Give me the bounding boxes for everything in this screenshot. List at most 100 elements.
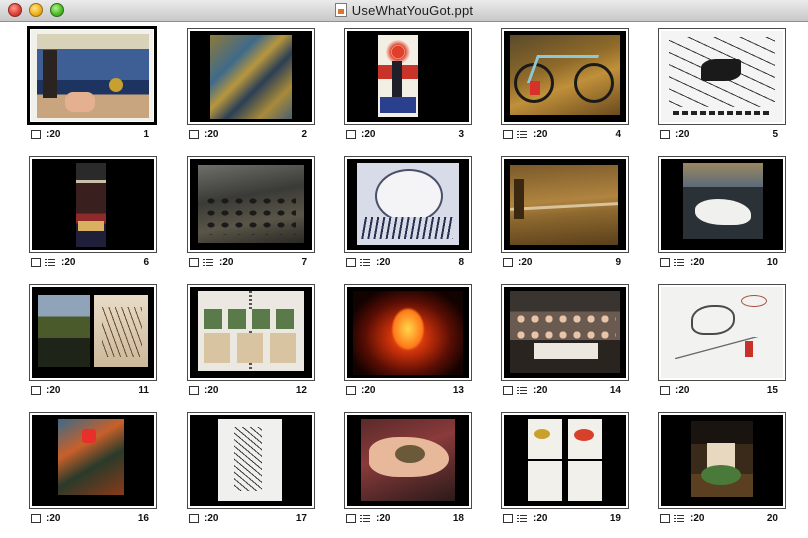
slide-timing: :20 (61, 257, 76, 268)
slide-thumbnail[interactable] (658, 156, 786, 253)
build-icon[interactable] (674, 258, 684, 267)
slide-cell[interactable]: :20 13 (344, 284, 472, 402)
build-icon[interactable] (360, 258, 370, 267)
slide-canvas (661, 287, 783, 378)
transition-icon[interactable] (189, 130, 199, 139)
slide-thumbnail[interactable] (658, 284, 786, 381)
slide-thumbnail[interactable] (29, 284, 157, 381)
slide-photo-lamp (82, 429, 96, 443)
slide-cell[interactable]: :20 8 (344, 156, 472, 274)
slide-thumbnail[interactable] (187, 284, 315, 381)
transition-icon[interactable] (346, 130, 356, 139)
transition-icon[interactable] (31, 514, 41, 523)
slide-timing: :20 (518, 257, 533, 268)
slide-thumbnail[interactable] (187, 156, 315, 253)
transition-icon[interactable] (346, 514, 356, 523)
slide-cell[interactable]: :20 6 (29, 156, 157, 274)
slide-meta: :20 19 (501, 513, 625, 527)
transition-icon[interactable] (31, 258, 41, 267)
slide-photo-figure (43, 50, 57, 98)
slide-cell[interactable]: :20 11 (29, 284, 157, 402)
slide-thumbnail[interactable] (501, 284, 629, 381)
slide-cell[interactable]: :20 7 (187, 156, 315, 274)
transition-icon[interactable] (660, 514, 670, 523)
slide-meta: :20 16 (29, 513, 153, 527)
slide-cell[interactable]: :20 2 (187, 28, 315, 146)
slide-cell[interactable]: :20 18 (344, 412, 472, 530)
slide-thumbnail[interactable] (29, 156, 157, 253)
slide-thumbnail[interactable] (187, 412, 315, 509)
build-icon[interactable] (203, 258, 213, 267)
build-icon[interactable] (517, 130, 527, 139)
slide-cell[interactable]: :20 9 (501, 156, 629, 274)
slide-thumbnail[interactable] (501, 412, 629, 509)
slide-cell[interactable]: :20 15 (658, 284, 786, 402)
slide-timing: :20 (204, 385, 219, 396)
transition-icon[interactable] (660, 258, 670, 267)
slide-canvas (347, 159, 469, 250)
slide-cell[interactable]: :20 20 (658, 412, 786, 530)
slide-cell[interactable]: :20 10 (658, 156, 786, 274)
slide-cell[interactable]: :20 5 (658, 28, 786, 146)
slide-thumbnail[interactable] (344, 156, 472, 253)
slide-meta: :20 7 (187, 257, 311, 271)
slide-number: 12 (295, 385, 307, 396)
transition-icon[interactable] (31, 386, 41, 395)
slide-cell[interactable]: :20 16 (29, 412, 157, 530)
transition-icon[interactable] (503, 130, 513, 139)
slide-cell[interactable]: :20 1 (27, 26, 157, 146)
slide-cell[interactable]: :20 17 (187, 412, 315, 530)
slide-thumbnail[interactable] (501, 156, 629, 253)
transition-icon[interactable] (189, 386, 199, 395)
transition-icon[interactable] (189, 514, 199, 523)
slide-thumbnail[interactable] (501, 28, 629, 125)
slide-number: 1 (143, 129, 149, 140)
slide-cell[interactable]: :20 4 (501, 28, 629, 146)
slide-drawing-shape (701, 59, 741, 81)
slide-number: 3 (458, 129, 464, 140)
slide-thumbnail[interactable] (187, 28, 315, 125)
slide-thumbnail[interactable] (344, 284, 472, 381)
slide-photo (210, 35, 292, 119)
transition-icon[interactable] (503, 258, 513, 267)
slide-cell[interactable]: :20 12 (187, 284, 315, 402)
ppt-document-icon (334, 3, 347, 17)
slide-canvas (190, 287, 312, 378)
slide-cell[interactable]: :20 14 (501, 284, 629, 402)
transition-icon[interactable] (31, 130, 41, 139)
build-icon[interactable] (517, 386, 527, 395)
build-icon[interactable] (517, 514, 527, 523)
transition-icon[interactable] (503, 514, 513, 523)
transition-icon[interactable] (503, 386, 513, 395)
slide-number: 7 (301, 257, 307, 268)
transition-icon[interactable] (660, 130, 670, 139)
transition-icon[interactable] (346, 386, 356, 395)
slide-cell[interactable]: :20 19 (501, 412, 629, 530)
slide-thumbnail[interactable] (658, 28, 786, 125)
slide-canvas (661, 31, 783, 122)
build-icon[interactable] (45, 258, 55, 267)
slide-thumbnail[interactable] (344, 28, 472, 125)
title-bar[interactable]: UseWhatYouGot.ppt (0, 0, 808, 22)
slide-cell[interactable]: :20 3 (344, 28, 472, 146)
slide-thumbnail[interactable] (29, 412, 157, 509)
slide-timing: :20 (376, 513, 391, 524)
slide-drawing-accent (745, 341, 753, 357)
slide-thumbnail[interactable] (658, 412, 786, 509)
slide-poster-figure (392, 61, 402, 97)
slide-thumbnail[interactable] (27, 26, 157, 125)
build-icon[interactable] (360, 514, 370, 523)
transition-icon[interactable] (346, 258, 356, 267)
slide-number: 13 (452, 385, 464, 396)
transition-icon[interactable] (189, 258, 199, 267)
slide-photo-branches (102, 307, 142, 357)
slide-meta: :20 5 (658, 129, 782, 143)
slide-timing: :20 (219, 257, 234, 268)
slide-thumbnail[interactable] (344, 412, 472, 509)
slide-canvas (661, 415, 783, 506)
build-icon[interactable] (674, 514, 684, 523)
slide-photo (683, 163, 763, 187)
slide-meta: :20 20 (658, 513, 782, 527)
slide-number: 5 (772, 129, 778, 140)
transition-icon[interactable] (660, 386, 670, 395)
